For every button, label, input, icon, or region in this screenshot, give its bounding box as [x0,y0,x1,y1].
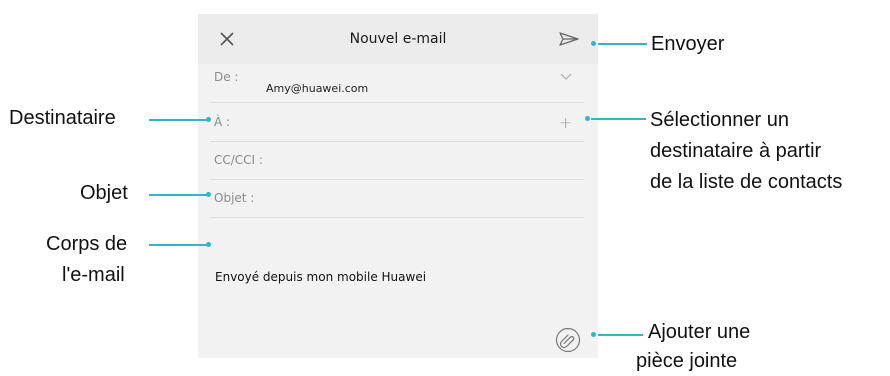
from-field[interactable]: De : Amy@huawei.com [210,64,584,103]
to-label: À : [214,115,231,129]
leader-dot-body [206,242,211,247]
callout-select-contact-3: de la liste de contacts [650,171,843,193]
paperclip-icon[interactable] [555,327,581,353]
callout-attach-2: pièce jointe [636,350,738,372]
callout-body-2: l'e-mail [62,264,125,286]
leader-dot-select-contact [585,116,590,121]
send-icon[interactable] [558,30,580,48]
callout-body-1: Corps de [46,233,128,255]
leader-subject [149,194,207,196]
leader-dot-recipient [206,117,211,122]
leader-dot-subject [206,192,211,197]
compose-topbar: Nouvel e-mail [198,14,598,64]
callout-subject: Objet [80,182,128,204]
leader-dot-attach [591,332,596,337]
callout-select-contact-1: Sélectionner un [650,109,789,131]
callout-select-contact-2: destinataire à partir [650,140,822,162]
cc-field[interactable]: CC/CCI : [210,141,584,180]
compose-screen: Nouvel e-mail De : Amy@huawei.com À : + … [198,14,598,358]
chevron-down-icon[interactable] [560,73,572,81]
callout-send: Envoyer [651,33,725,55]
callout-recipient: Destinataire [9,107,116,129]
leader-attach [598,334,643,336]
to-field[interactable]: À : + [210,103,584,142]
from-value: Amy@huawei.com [266,82,369,95]
from-label: De : [214,70,239,84]
leader-recipient [149,119,207,121]
page-title: Nouvel e-mail [349,31,447,47]
email-signature[interactable]: Envoyé depuis mon mobile Huawei [215,270,426,284]
leader-body [149,244,207,246]
leader-dot-send [591,41,596,46]
subject-label: Objet : [214,191,255,205]
leader-select-contact [591,118,646,120]
callout-attach-1: Ajouter une [648,321,751,343]
subject-field[interactable]: Objet : [210,179,584,218]
plus-icon[interactable]: + [559,113,572,132]
leader-send [598,43,647,45]
cc-label: CC/CCI : [214,153,263,167]
